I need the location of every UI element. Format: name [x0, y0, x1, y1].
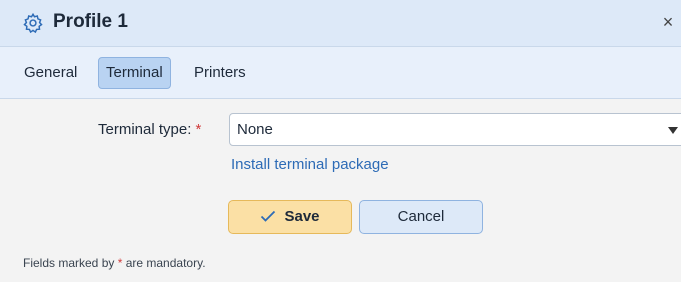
profile-dialog: Profile 1 × General Terminal Printers Te…	[0, 0, 681, 282]
note-prefix: Fields marked by	[23, 256, 118, 270]
mandatory-fields-note: Fields marked by * are mandatory.	[23, 256, 206, 270]
note-suffix: are mandatory.	[122, 256, 206, 270]
close-icon[interactable]: ×	[663, 12, 674, 32]
title-bar: Profile 1 ×	[0, 0, 681, 47]
window-title: Profile 1	[53, 11, 128, 32]
check-icon	[261, 210, 276, 222]
cancel-button[interactable]: Cancel	[359, 200, 483, 234]
install-terminal-package-link[interactable]: Install terminal package	[231, 156, 389, 173]
tab-bar: General Terminal Printers	[0, 47, 681, 99]
close-button[interactable]: ×	[659, 13, 677, 31]
save-button[interactable]: Save	[228, 200, 352, 234]
tab-terminal[interactable]: Terminal	[98, 57, 171, 89]
tab-general[interactable]: General	[24, 57, 77, 89]
required-marker: *	[195, 121, 202, 138]
terminal-type-label: Terminal type: *	[98, 121, 201, 138]
tab-printers[interactable]: Printers	[194, 57, 246, 89]
caret-down-icon[interactable]	[668, 127, 678, 134]
terminal-type-value: None	[237, 121, 273, 138]
gear-icon	[23, 12, 43, 34]
terminal-type-label-text: Terminal type:	[98, 121, 192, 138]
save-button-label: Save	[284, 208, 320, 225]
terminal-type-select[interactable]: None	[229, 113, 681, 146]
